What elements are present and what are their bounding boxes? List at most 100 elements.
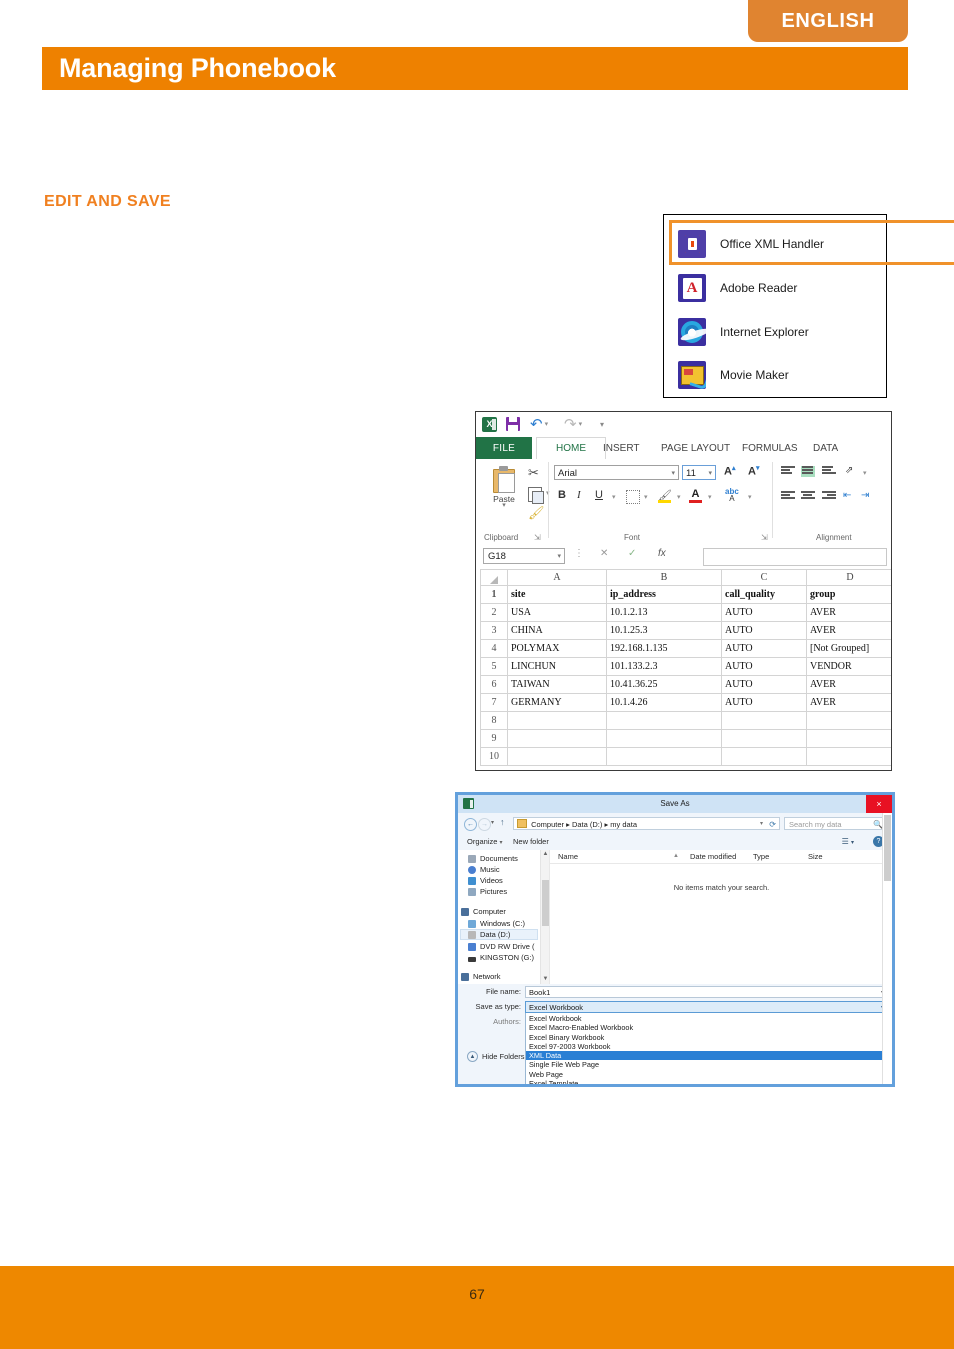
tree-item-network[interactable]: Network: [461, 971, 501, 982]
row-header[interactable]: 9: [480, 729, 508, 748]
fill-color-icon[interactable]: 🖌: [658, 489, 672, 503]
tree-item-pictures[interactable]: Pictures: [468, 886, 507, 897]
dropdown-option-web-page[interactable]: Web Page: [526, 1070, 887, 1079]
decrease-font-size-icon[interactable]: A▾: [748, 464, 759, 478]
align-right-icon[interactable]: [822, 491, 836, 502]
borders-icon[interactable]: [626, 490, 640, 504]
borders-dropdown-caret-icon[interactable]: ▾: [644, 493, 648, 501]
tab-page-layout[interactable]: PAGE LAYOUT: [654, 437, 737, 459]
cell-c8[interactable]: [721, 711, 807, 730]
chevron-down-icon[interactable]: ▾: [557, 549, 561, 565]
save-icon[interactable]: [506, 416, 520, 432]
cell-c5[interactable]: AUTO: [721, 657, 807, 676]
format-painter-icon[interactable]: 🖌: [528, 505, 545, 522]
orientation-caret-icon[interactable]: ▾: [863, 469, 867, 477]
align-left-icon[interactable]: [781, 491, 795, 502]
cell-a9[interactable]: [507, 729, 607, 748]
row-header[interactable]: 10: [480, 747, 508, 766]
cell-d6[interactable]: AVER: [806, 675, 891, 694]
dropdown-option-excel-workbook[interactable]: Excel Workbook: [526, 1014, 887, 1023]
row-header[interactable]: 5: [480, 657, 508, 676]
chevron-down-icon[interactable]: ▾: [760, 818, 763, 831]
paste-dropdown-caret-icon[interactable]: ▾: [484, 502, 524, 509]
align-center-icon[interactable]: [801, 491, 815, 502]
chevron-down-icon[interactable]: ▾: [671, 466, 675, 481]
cell-c6[interactable]: AUTO: [721, 675, 807, 694]
cell-a3[interactable]: CHINA: [507, 621, 607, 640]
decrease-indent-icon[interactable]: ⇤: [843, 490, 851, 501]
cell-b3[interactable]: 10.1.25.3: [606, 621, 722, 640]
up-one-level-icon[interactable]: ↑: [500, 817, 505, 827]
tree-item-music[interactable]: Music: [468, 864, 500, 875]
cell-d5[interactable]: VENDOR: [806, 657, 891, 676]
align-bottom-icon[interactable]: [822, 466, 836, 477]
dropdown-option-excel-97-2003-workbook[interactable]: Excel 97-2003 Workbook: [526, 1042, 887, 1051]
cell-b6[interactable]: 10.41.36.25: [606, 675, 722, 694]
scrollbar-thumb[interactable]: [884, 815, 891, 881]
cell-a6[interactable]: TAIWAN: [507, 675, 607, 694]
tab-data[interactable]: DATA: [806, 437, 845, 459]
cell-a4[interactable]: POLYMAX: [507, 639, 607, 658]
cell-c9[interactable]: [721, 729, 807, 748]
cell-a8[interactable]: [507, 711, 607, 730]
back-icon[interactable]: ←: [464, 818, 477, 831]
tree-item-data-d[interactable]: Data (D:): [460, 929, 538, 940]
cell-c4[interactable]: AUTO: [721, 639, 807, 658]
tree-item-dvd-rw-drive[interactable]: DVD RW Drive (: [468, 941, 534, 952]
refresh-icon[interactable]: ⟳: [769, 818, 776, 831]
column-header-b[interactable]: B: [606, 569, 722, 586]
dropdown-option-excel-template[interactable]: Excel Template: [526, 1079, 887, 1084]
copy-icon[interactable]: ▾: [528, 485, 550, 504]
search-input[interactable]: Search my data 🔍: [784, 817, 888, 830]
cell-d2[interactable]: AVER: [806, 603, 891, 622]
insert-function-icon[interactable]: fx: [658, 548, 666, 559]
align-top-icon[interactable]: [781, 466, 795, 477]
cancel-edit-icon[interactable]: ✕: [600, 548, 608, 559]
row-header[interactable]: 8: [480, 711, 508, 730]
cell-b4[interactable]: 192.168.1.135: [606, 639, 722, 658]
app-list-item-internet-explorer[interactable]: Internet Explorer: [678, 315, 809, 349]
cell-c7[interactable]: AUTO: [721, 693, 807, 712]
forward-icon[interactable]: →: [478, 818, 491, 831]
cell-a5[interactable]: LINCHUN: [507, 657, 607, 676]
increase-indent-icon[interactable]: ⇥: [861, 490, 869, 501]
increase-font-size-icon[interactable]: A▴: [724, 464, 735, 478]
column-header-a[interactable]: A: [507, 569, 607, 586]
tree-item-kingston-g[interactable]: KINGSTON (G:): [468, 952, 534, 963]
file-name-input[interactable]: Book1 ▾: [525, 986, 888, 998]
organize-button[interactable]: Organize ▾: [467, 837, 502, 846]
cell-a7[interactable]: GERMANY: [507, 693, 607, 712]
cell-d1[interactable]: group: [806, 585, 891, 604]
dialog-scrollbar[interactable]: [882, 813, 892, 1084]
column-header-d[interactable]: D: [806, 569, 891, 586]
align-middle-icon[interactable]: [801, 466, 815, 477]
paste-button[interactable]: Paste ▾: [484, 464, 524, 524]
cell-b1[interactable]: ip_address: [606, 585, 722, 604]
undo-icon[interactable]: ↶ ▾: [530, 416, 548, 432]
row-header[interactable]: 6: [480, 675, 508, 694]
tree-item-documents[interactable]: Documents: [468, 853, 518, 864]
cell-d9[interactable]: [806, 729, 891, 748]
dropdown-option-excel-macro-enabled-workbook[interactable]: Excel Macro-Enabled Workbook: [526, 1023, 887, 1032]
column-header-c[interactable]: C: [721, 569, 807, 586]
column-header-size[interactable]: Size: [808, 850, 823, 863]
font-color-caret-icon[interactable]: ▾: [708, 493, 712, 501]
accept-edit-icon[interactable]: ✓: [628, 548, 636, 559]
font-dialog-launcher-icon[interactable]: ⇲: [761, 533, 768, 542]
cell-c1[interactable]: call_quality: [721, 585, 807, 604]
cell-a1[interactable]: site: [507, 585, 607, 604]
cell-b10[interactable]: [606, 747, 722, 766]
cell-d7[interactable]: AVER: [806, 693, 891, 712]
cell-b7[interactable]: 10.1.4.26: [606, 693, 722, 712]
underline-button[interactable]: U: [595, 489, 603, 501]
phonetic-guide-icon[interactable]: abc A: [725, 488, 739, 503]
column-header-name[interactable]: Name: [558, 850, 578, 863]
select-all-corner[interactable]: [480, 569, 508, 586]
tree-item-computer[interactable]: Computer: [461, 906, 506, 917]
italic-button[interactable]: I: [577, 489, 581, 501]
dropdown-option-excel-binary-workbook[interactable]: Excel Binary Workbook: [526, 1033, 887, 1042]
row-header[interactable]: 1: [480, 585, 508, 604]
cell-c10[interactable]: [721, 747, 807, 766]
app-list-item-movie-maker[interactable]: Movie Maker: [678, 358, 789, 392]
font-size-input[interactable]: 11 ▾: [682, 465, 716, 480]
